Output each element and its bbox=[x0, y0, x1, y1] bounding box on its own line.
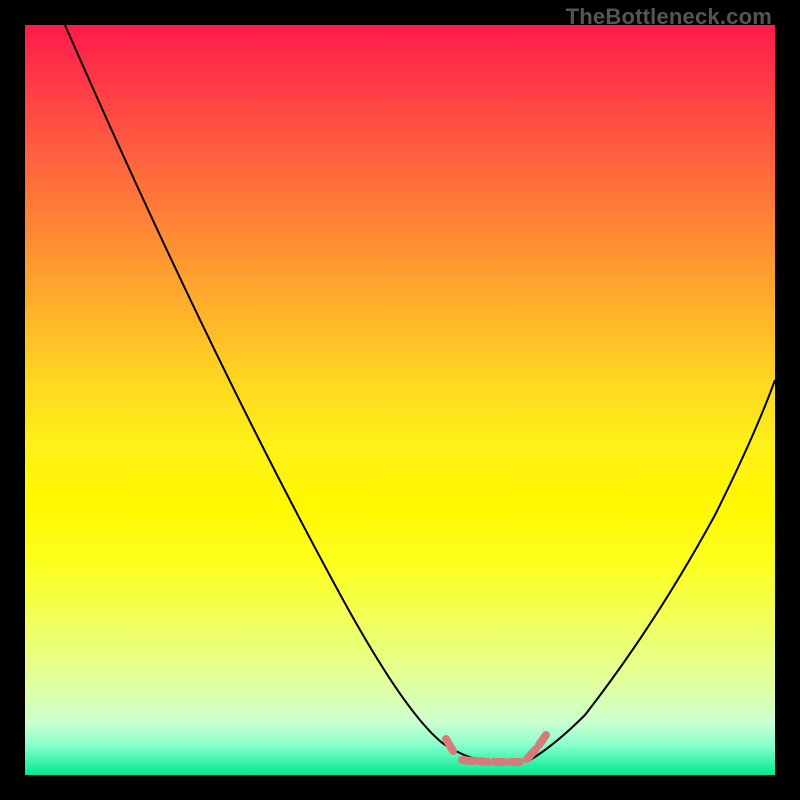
chart-plot-area bbox=[25, 25, 775, 775]
curve-right bbox=[530, 380, 775, 760]
chart-svg bbox=[25, 25, 775, 775]
attribution-text: TheBottleneck.com bbox=[566, 4, 772, 30]
curve-left bbox=[65, 25, 480, 760]
optimal-zone-markers bbox=[446, 735, 546, 762]
